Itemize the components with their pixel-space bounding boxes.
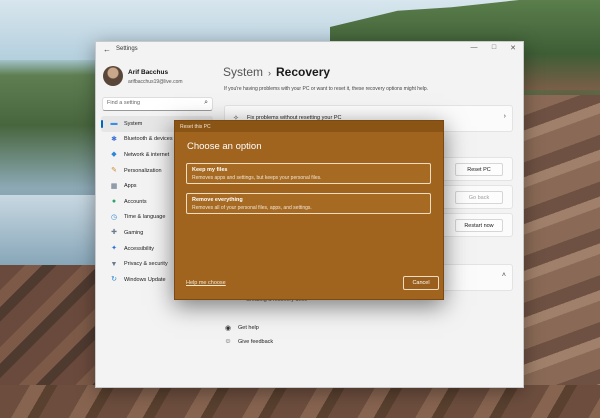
sidebar-item-label: Network & internet <box>124 151 170 158</box>
wallpaper-sea <box>0 195 100 275</box>
sidebar-item-label: Personalization <box>124 167 162 174</box>
bluetooth-icon: ✱ <box>111 135 117 143</box>
avatar[interactable] <box>103 66 123 86</box>
dialog-title-bar: Reset this PC <box>175 121 443 132</box>
restart-now-button[interactable]: Restart now <box>455 219 503 232</box>
search-placeholder: Find a setting <box>107 100 141 106</box>
user-name: Arif Bacchus <box>128 69 169 76</box>
breadcrumb-current: Recovery <box>276 65 331 79</box>
reset-pc-button[interactable]: Reset PC <box>455 163 503 176</box>
accessibility-icon: ✦ <box>111 245 117 253</box>
wallpaper-rocks-bottom <box>0 385 600 418</box>
sidebar-item-label: System <box>124 120 143 127</box>
remove-everything-desc: Removes all of your personal files, apps… <box>192 204 312 211</box>
minimize-button[interactable]: — <box>468 44 480 51</box>
keep-my-files-desc: Removes apps and settings, but keeps you… <box>192 174 322 181</box>
shield-icon: ▼ <box>110 260 118 268</box>
wallpaper-rocks-right <box>522 95 600 418</box>
dialog-title: Reset this PC <box>180 123 211 130</box>
close-button[interactable]: ✕ <box>507 44 519 52</box>
remove-everything-option[interactable]: Remove everything Removes all of your pe… <box>186 193 431 214</box>
sidebar-item-label: Accounts <box>124 198 147 205</box>
cancel-button[interactable]: Cancel <box>403 276 439 290</box>
help-me-choose-link[interactable]: Help me choose <box>186 280 226 286</box>
sidebar-item-label: Bluetooth & devices <box>124 136 173 143</box>
keep-my-files-option[interactable]: Keep my files Removes apps and settings,… <box>186 163 431 184</box>
sidebar-item-label: Time & language <box>124 214 166 221</box>
update-icon: ↻ <box>111 276 117 284</box>
wifi-icon: ◆ <box>111 151 117 159</box>
give-feedback-label: Give feedback <box>238 338 274 345</box>
reset-dialog: Reset this PC Choose an option Keep my f… <box>174 120 444 300</box>
intro-text: If you're having problems with your PC o… <box>224 86 429 92</box>
person-icon: ● <box>111 198 117 206</box>
sidebar-item-label: Privacy & security <box>124 261 168 268</box>
back-arrow-icon[interactable]: ← <box>103 45 111 54</box>
apps-icon: ▦ <box>110 182 118 190</box>
get-help-label: Get help <box>238 325 259 331</box>
globe-clock-icon: ◷ <box>110 213 118 221</box>
brush-icon: ✎ <box>111 167 117 175</box>
breadcrumb-system[interactable]: System <box>223 65 263 79</box>
chevron-up-icon: ˄ <box>501 272 506 279</box>
monitor-icon: ▬ <box>110 120 118 128</box>
search-input[interactable]: Find a setting ⌕ <box>102 97 213 111</box>
get-help-link[interactable]: ◉ Get help <box>224 324 259 332</box>
gamepad-icon: ✚ <box>111 229 117 237</box>
maximize-button[interactable]: □ <box>488 44 500 51</box>
give-feedback-link[interactable]: ☺ Give feedback <box>224 338 273 345</box>
keep-my-files-title: Keep my files <box>192 167 228 173</box>
sidebar-item-label: Accessibility <box>124 245 154 252</box>
user-email: arifbacchus19@live.com <box>128 79 183 85</box>
dialog-heading: Choose an option <box>187 141 262 152</box>
help-icon: ◉ <box>224 325 232 332</box>
sidebar-item-label: Gaming <box>124 229 144 236</box>
breadcrumb-separator: › <box>268 68 272 78</box>
search-icon: ⌕ <box>204 99 208 106</box>
feedback-icon: ☺ <box>224 338 232 345</box>
sidebar-item-label: Windows Update <box>124 276 166 283</box>
remove-everything-title: Remove everything <box>192 197 243 203</box>
chevron-right-icon: › <box>503 113 506 120</box>
sidebar-item-label: Apps <box>124 183 137 190</box>
title-bar: ← Settings — □ ✕ <box>96 42 523 58</box>
app-title: Settings <box>116 46 138 52</box>
go-back-button[interactable]: Go back <box>455 191 503 204</box>
page-title: System › Recovery <box>223 65 330 79</box>
